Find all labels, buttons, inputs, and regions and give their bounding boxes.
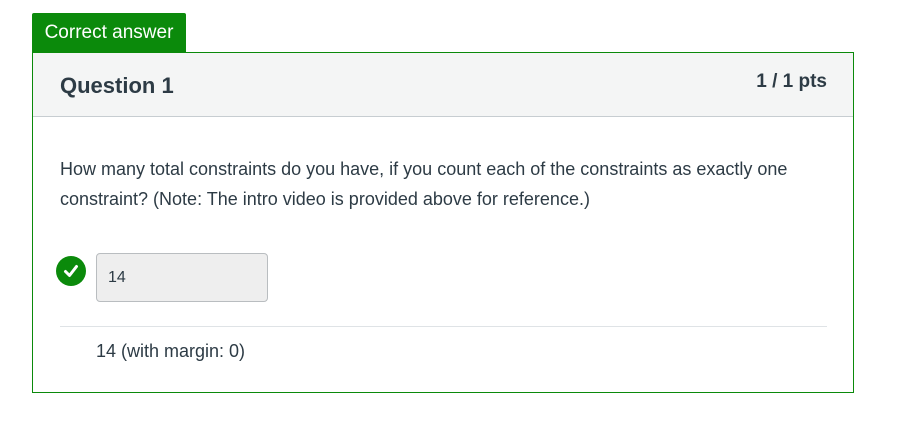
question-title: Question 1 bbox=[60, 73, 174, 98]
question-text: How many total constraints do you have, … bbox=[60, 159, 788, 209]
correct-answer-badge: Correct answer bbox=[32, 13, 186, 52]
answer-field: 14 bbox=[96, 253, 268, 302]
question-points: 1 / 1 pts bbox=[756, 71, 827, 92]
question-card: Question 1 1 / 1 pts How many total cons… bbox=[32, 52, 854, 393]
check-circle-icon bbox=[56, 256, 86, 286]
checkmark-icon bbox=[64, 265, 78, 277]
quiz-question-container: Correct answer Question 1 1 / 1 pts How … bbox=[0, 0, 908, 426]
correct-answer-text: 14 (with margin: 0) bbox=[96, 341, 246, 361]
divider bbox=[60, 326, 827, 327]
question-header: Question 1 1 / 1 pts bbox=[33, 53, 853, 117]
